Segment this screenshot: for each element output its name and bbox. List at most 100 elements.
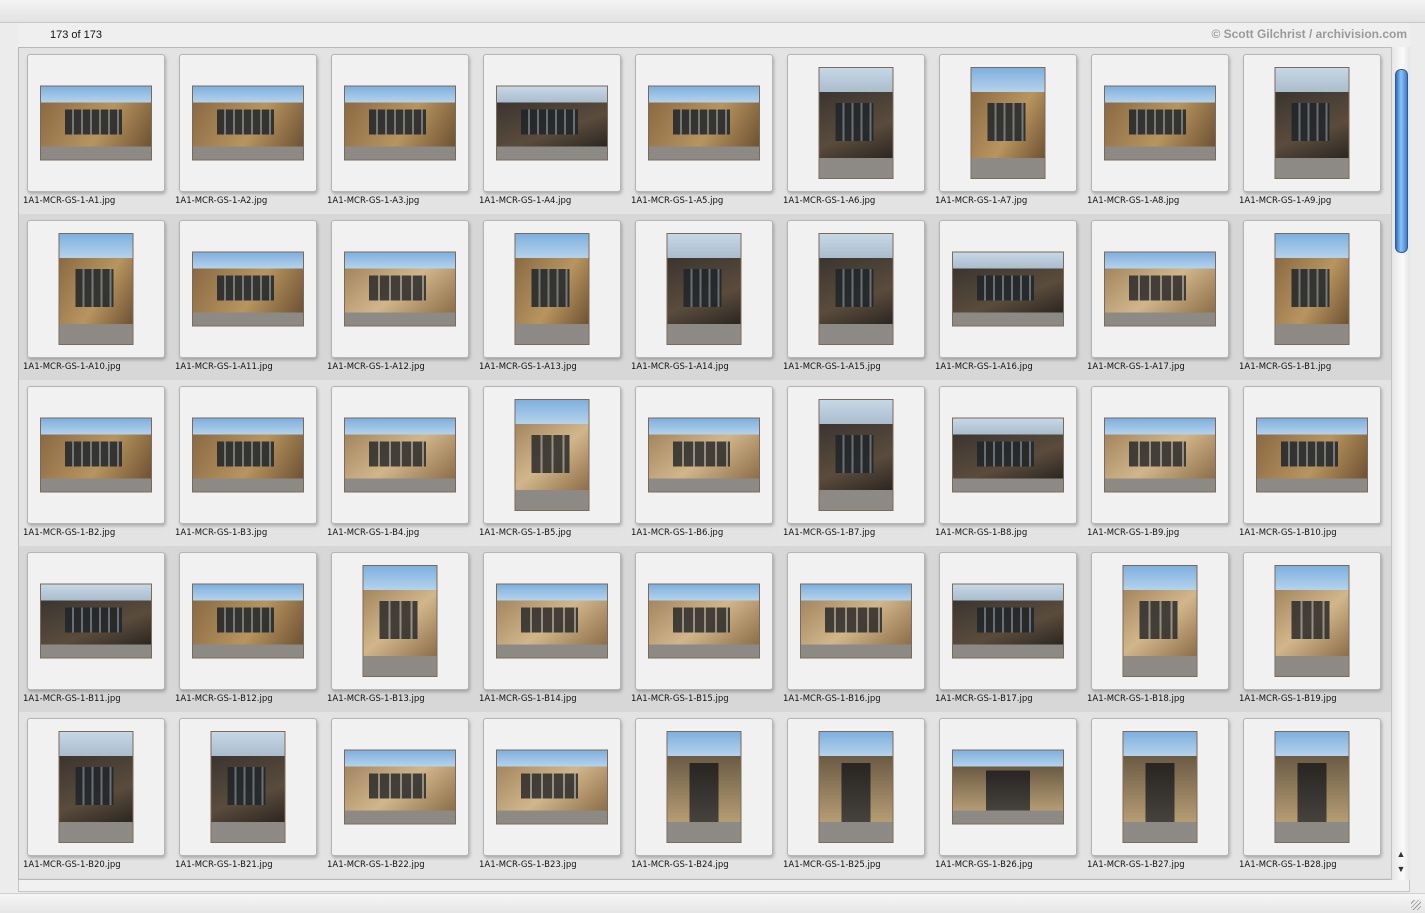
thumbnail-card[interactable] [483, 54, 621, 192]
thumbnail-item[interactable]: 1A1-MCR-GS-1-B1.jpg [1237, 214, 1389, 380]
thumbnail-card[interactable] [1091, 552, 1229, 690]
thumbnail-item[interactable]: 1A1-MCR-GS-1-B17.jpg [933, 546, 1085, 712]
thumbnail-image[interactable] [952, 417, 1064, 493]
thumbnail-image[interactable] [344, 85, 456, 161]
thumbnail-image[interactable] [344, 749, 456, 825]
thumbnail-item[interactable]: 1A1-MCR-GS-1-B19.jpg [1237, 546, 1389, 712]
thumbnail-image[interactable] [666, 233, 742, 345]
thumbnail-card[interactable] [939, 386, 1077, 524]
thumbnail-card[interactable] [331, 386, 469, 524]
thumbnail-card[interactable] [27, 718, 165, 856]
thumbnail-card[interactable] [179, 54, 317, 192]
thumbnail-item[interactable]: 1A1-MCR-GS-1-A6.jpg [781, 48, 933, 214]
thumbnail-item[interactable]: 1A1-MCR-GS-1-B7.jpg [781, 380, 933, 546]
arrow-up-icon[interactable]: ▲ [1392, 847, 1410, 861]
thumbnail-image[interactable] [58, 731, 134, 843]
thumbnail-item[interactable]: 1A1-MCR-GS-1-A9.jpg [1237, 48, 1389, 214]
thumbnail-card[interactable] [1243, 552, 1381, 690]
thumbnail-card[interactable] [27, 386, 165, 524]
thumbnail-card[interactable] [331, 54, 469, 192]
thumbnail-item[interactable]: 1A1-MCR-GS-1-B22.jpg [325, 712, 477, 878]
arrow-down-icon[interactable]: ▼ [1392, 862, 1410, 876]
thumbnail-image[interactable] [1122, 731, 1198, 843]
thumbnail-image[interactable] [952, 251, 1064, 327]
thumbnail-card[interactable] [27, 54, 165, 192]
thumbnail-image[interactable] [192, 583, 304, 659]
thumbnail-image[interactable] [648, 583, 760, 659]
thumbnail-image[interactable] [648, 417, 760, 493]
thumbnail-image[interactable] [648, 85, 760, 161]
thumbnail-item[interactable]: 1A1-MCR-GS-1-B24.jpg [629, 712, 781, 878]
thumbnail-card[interactable] [179, 386, 317, 524]
thumbnail-card[interactable] [787, 552, 925, 690]
thumbnail-card[interactable] [1091, 718, 1229, 856]
thumbnail-item[interactable]: 1A1-MCR-GS-1-B16.jpg [781, 546, 933, 712]
thumbnail-image[interactable] [40, 85, 152, 161]
thumbnail-image[interactable] [496, 85, 608, 161]
thumbnail-card[interactable] [635, 386, 773, 524]
thumbnail-item[interactable]: 1A1-MCR-GS-1-A17.jpg [1085, 214, 1237, 380]
thumbnail-image[interactable] [496, 583, 608, 659]
thumbnail-item[interactable]: 1A1-MCR-GS-1-B8.jpg [933, 380, 1085, 546]
thumbnail-image[interactable] [818, 399, 894, 511]
thumbnail-image[interactable] [514, 233, 590, 345]
thumbnail-card[interactable] [939, 220, 1077, 358]
thumbnail-image[interactable] [666, 731, 742, 843]
thumbnail-item[interactable]: 1A1-MCR-GS-1-A10.jpg [21, 214, 173, 380]
thumbnail-image[interactable] [1274, 233, 1350, 345]
scrollbar-thumb[interactable] [1395, 69, 1408, 253]
thumbnail-card[interactable] [1091, 386, 1229, 524]
thumbnail-image[interactable] [192, 417, 304, 493]
thumbnail-image[interactable] [1104, 85, 1216, 161]
thumbnail-card[interactable] [1243, 386, 1381, 524]
thumbnail-card[interactable] [179, 552, 317, 690]
thumbnail-item[interactable]: 1A1-MCR-GS-1-A4.jpg [477, 48, 629, 214]
thumbnail-image[interactable] [952, 583, 1064, 659]
thumbnail-card[interactable] [635, 220, 773, 358]
thumbnail-item[interactable]: 1A1-MCR-GS-1-B3.jpg [173, 380, 325, 546]
thumbnail-card[interactable] [635, 54, 773, 192]
thumbnail-image[interactable] [1104, 251, 1216, 327]
thumbnail-item[interactable]: 1A1-MCR-GS-1-B13.jpg [325, 546, 477, 712]
thumbnail-item[interactable]: 1A1-MCR-GS-1-A12.jpg [325, 214, 477, 380]
thumbnail-card[interactable] [179, 220, 317, 358]
thumbnail-card[interactable] [331, 718, 469, 856]
thumbnail-item[interactable]: 1A1-MCR-GS-1-B4.jpg [325, 380, 477, 546]
thumbnail-item[interactable]: 1A1-MCR-GS-1-B11.jpg [21, 546, 173, 712]
thumbnail-item[interactable]: 1A1-MCR-GS-1-B9.jpg [1085, 380, 1237, 546]
thumbnail-item[interactable]: 1A1-MCR-GS-1-B21.jpg [173, 712, 325, 878]
thumbnail-image[interactable] [1104, 417, 1216, 493]
thumbnail-item[interactable]: 1A1-MCR-GS-1-A16.jpg [933, 214, 1085, 380]
thumbnail-image[interactable] [1256, 417, 1368, 493]
thumbnail-card[interactable] [787, 54, 925, 192]
thumbnail-item[interactable]: 1A1-MCR-GS-1-A2.jpg [173, 48, 325, 214]
thumbnail-item[interactable]: 1A1-MCR-GS-1-B27.jpg [1085, 712, 1237, 878]
thumbnail-card[interactable] [939, 552, 1077, 690]
thumbnail-image[interactable] [818, 731, 894, 843]
thumbnail-card[interactable] [331, 220, 469, 358]
thumbnail-image[interactable] [192, 251, 304, 327]
thumbnail-card[interactable] [179, 718, 317, 856]
thumbnail-card[interactable] [939, 718, 1077, 856]
thumbnail-image[interactable] [496, 749, 608, 825]
thumbnail-image[interactable] [40, 417, 152, 493]
thumbnail-image[interactable] [1274, 731, 1350, 843]
thumbnail-card[interactable] [1243, 718, 1381, 856]
thumbnail-item[interactable]: 1A1-MCR-GS-1-B14.jpg [477, 546, 629, 712]
thumbnail-card[interactable] [483, 718, 621, 856]
thumbnail-card[interactable] [27, 552, 165, 690]
thumbnail-item[interactable]: 1A1-MCR-GS-1-A15.jpg [781, 214, 933, 380]
thumbnail-card[interactable] [635, 552, 773, 690]
thumbnail-card[interactable] [787, 386, 925, 524]
thumbnail-item[interactable]: 1A1-MCR-GS-1-A5.jpg [629, 48, 781, 214]
thumbnail-item[interactable]: 1A1-MCR-GS-1-A13.jpg [477, 214, 629, 380]
thumbnail-card[interactable] [1243, 54, 1381, 192]
thumbnail-item[interactable]: 1A1-MCR-GS-1-A7.jpg [933, 48, 1085, 214]
thumbnail-image[interactable] [344, 251, 456, 327]
vertical-scrollbar[interactable]: ▲ ▼ [1391, 47, 1410, 880]
thumbnail-image[interactable] [970, 67, 1046, 179]
thumbnail-image[interactable] [1274, 67, 1350, 179]
thumbnail-item[interactable]: 1A1-MCR-GS-1-B12.jpg [173, 546, 325, 712]
thumbnail-item[interactable]: 1A1-MCR-GS-1-B23.jpg [477, 712, 629, 878]
thumbnail-image[interactable] [952, 749, 1064, 825]
